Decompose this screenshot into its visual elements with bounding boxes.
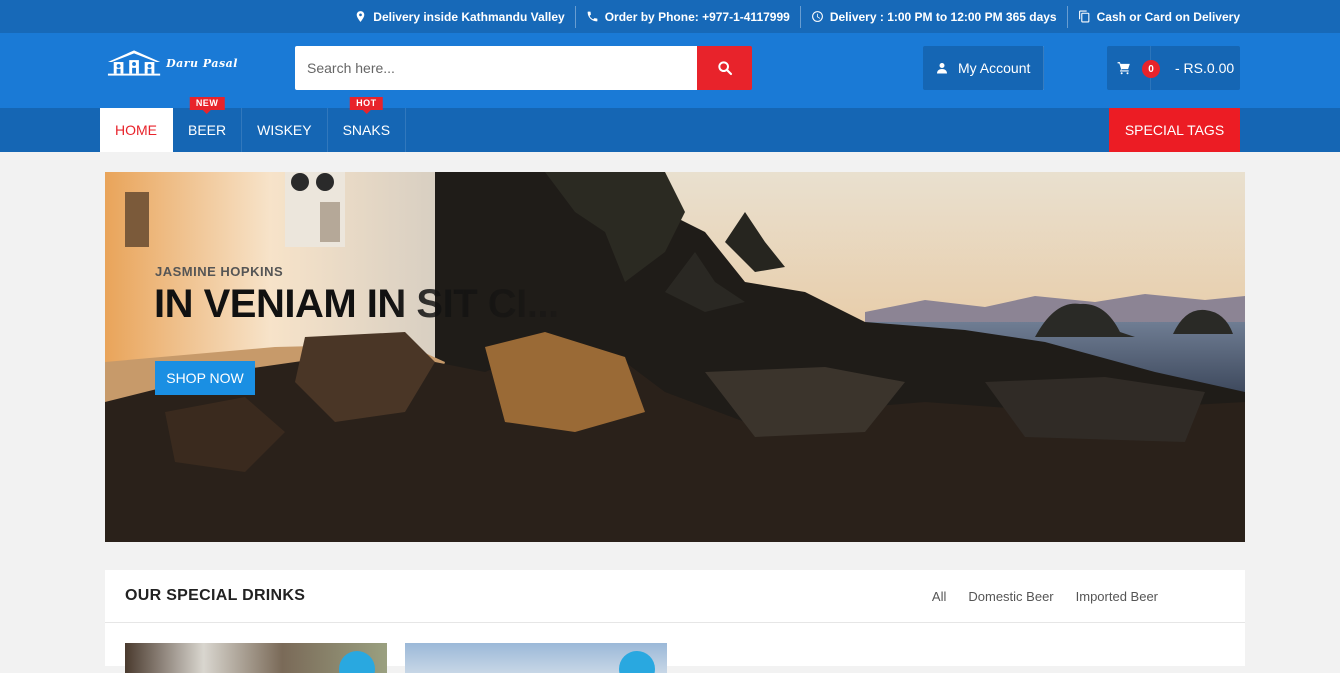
cart-icon-wrap: 0 — [1107, 46, 1160, 90]
special-drinks-header: OUR SPECIAL DRINKS All Domestic Beer Imp… — [105, 570, 1245, 623]
clock-icon — [811, 11, 823, 22]
my-account-label: My Account — [958, 60, 1031, 76]
top-info-bar: Delivery inside Kathmandu Valley Order b… — [0, 0, 1340, 33]
search-button[interactable] — [697, 46, 752, 90]
cart-total: - RS.0.00 — [1175, 60, 1235, 76]
special-tags-label: SPECIAL TAGS — [1124, 122, 1225, 138]
product-thumbnail[interactable] — [405, 643, 667, 673]
nav-item-snaks[interactable]: HOT SNAKS — [328, 97, 407, 152]
delivery-hours-text: Delivery : 1:00 PM to 12:00 PM 365 days — [829, 9, 1057, 24]
hot-badge: HOT — [350, 97, 383, 114]
hero-background-image — [105, 172, 1245, 542]
nav-item-wiskey[interactable]: WISKEY — [242, 108, 328, 152]
map-pin-icon — [357, 11, 365, 22]
nav-item-label: BEER — [188, 122, 227, 138]
copy-icon — [1078, 10, 1089, 23]
account-divider — [1043, 46, 1044, 90]
delivery-area-info: Delivery inside Kathmandu Valley — [344, 6, 574, 28]
cart-count-badge: 0 — [1142, 60, 1160, 78]
search-input[interactable] — [295, 46, 697, 90]
tab-imported-beer[interactable]: Imported Beer — [1076, 589, 1158, 604]
payment-text: Cash or Card on Delivery — [1096, 9, 1240, 24]
main-nav: HOME NEW BEER WISKEY HOT SNAKS SPECIAL T… — [0, 97, 1340, 152]
nav-item-home[interactable]: HOME — [100, 108, 173, 152]
shop-now-button[interactable]: SHOP NOW — [155, 361, 255, 395]
cart-icon — [1117, 62, 1130, 75]
site-logo[interactable]: Daru Pasal — [106, 47, 238, 79]
delivery-area-text: Delivery inside Kathmandu Valley — [373, 9, 565, 24]
special-tags-button[interactable]: SPECIAL TAGS — [1109, 108, 1240, 152]
product-thumbnail[interactable] — [125, 643, 387, 673]
tab-all[interactable]: All — [932, 589, 946, 604]
logo-houses-icon — [107, 50, 161, 76]
search-icon — [717, 61, 732, 76]
quick-view-button[interactable] — [339, 651, 375, 673]
special-drinks-section: OUR SPECIAL DRINKS All Domestic Beer Imp… — [105, 570, 1245, 673]
quick-view-button[interactable] — [619, 651, 655, 673]
drinks-filter-tabs: All Domestic Beer Imported Beer — [932, 570, 1158, 623]
nav-item-label: SNAKS — [342, 122, 391, 138]
logo-text: Daru Pasal — [166, 56, 238, 70]
nav-item-beer[interactable]: NEW BEER — [173, 97, 243, 152]
my-account-button[interactable]: My Account — [923, 46, 1044, 90]
cart-button[interactable]: 0 - RS.0.00 — [1107, 46, 1240, 90]
hero-title: IN VENIAM IN SIT CI... — [154, 282, 559, 326]
tab-domestic-beer[interactable]: Domestic Beer — [968, 589, 1053, 604]
search-bar — [295, 46, 752, 90]
hero-subtitle: JASMINE HOPKINS — [155, 264, 284, 279]
hero-banner: JASMINE HOPKINS IN VENIAM IN SIT CI... S… — [105, 172, 1245, 542]
nav-item-label: HOME — [115, 122, 157, 138]
order-phone-text: Order by Phone: +977-1-4117999 — [604, 9, 790, 24]
phone-icon — [587, 11, 598, 22]
user-icon — [937, 63, 947, 74]
delivery-hours-info: Delivery : 1:00 PM to 12:00 PM 365 days — [799, 5, 1067, 28]
order-phone-info[interactable]: Order by Phone: +977-1-4117999 — [574, 5, 800, 28]
new-badge: NEW — [189, 97, 225, 114]
nav-item-label: WISKEY — [257, 122, 312, 138]
section-title: OUR SPECIAL DRINKS — [125, 587, 306, 604]
payment-info: Cash or Card on Delivery — [1066, 5, 1240, 28]
